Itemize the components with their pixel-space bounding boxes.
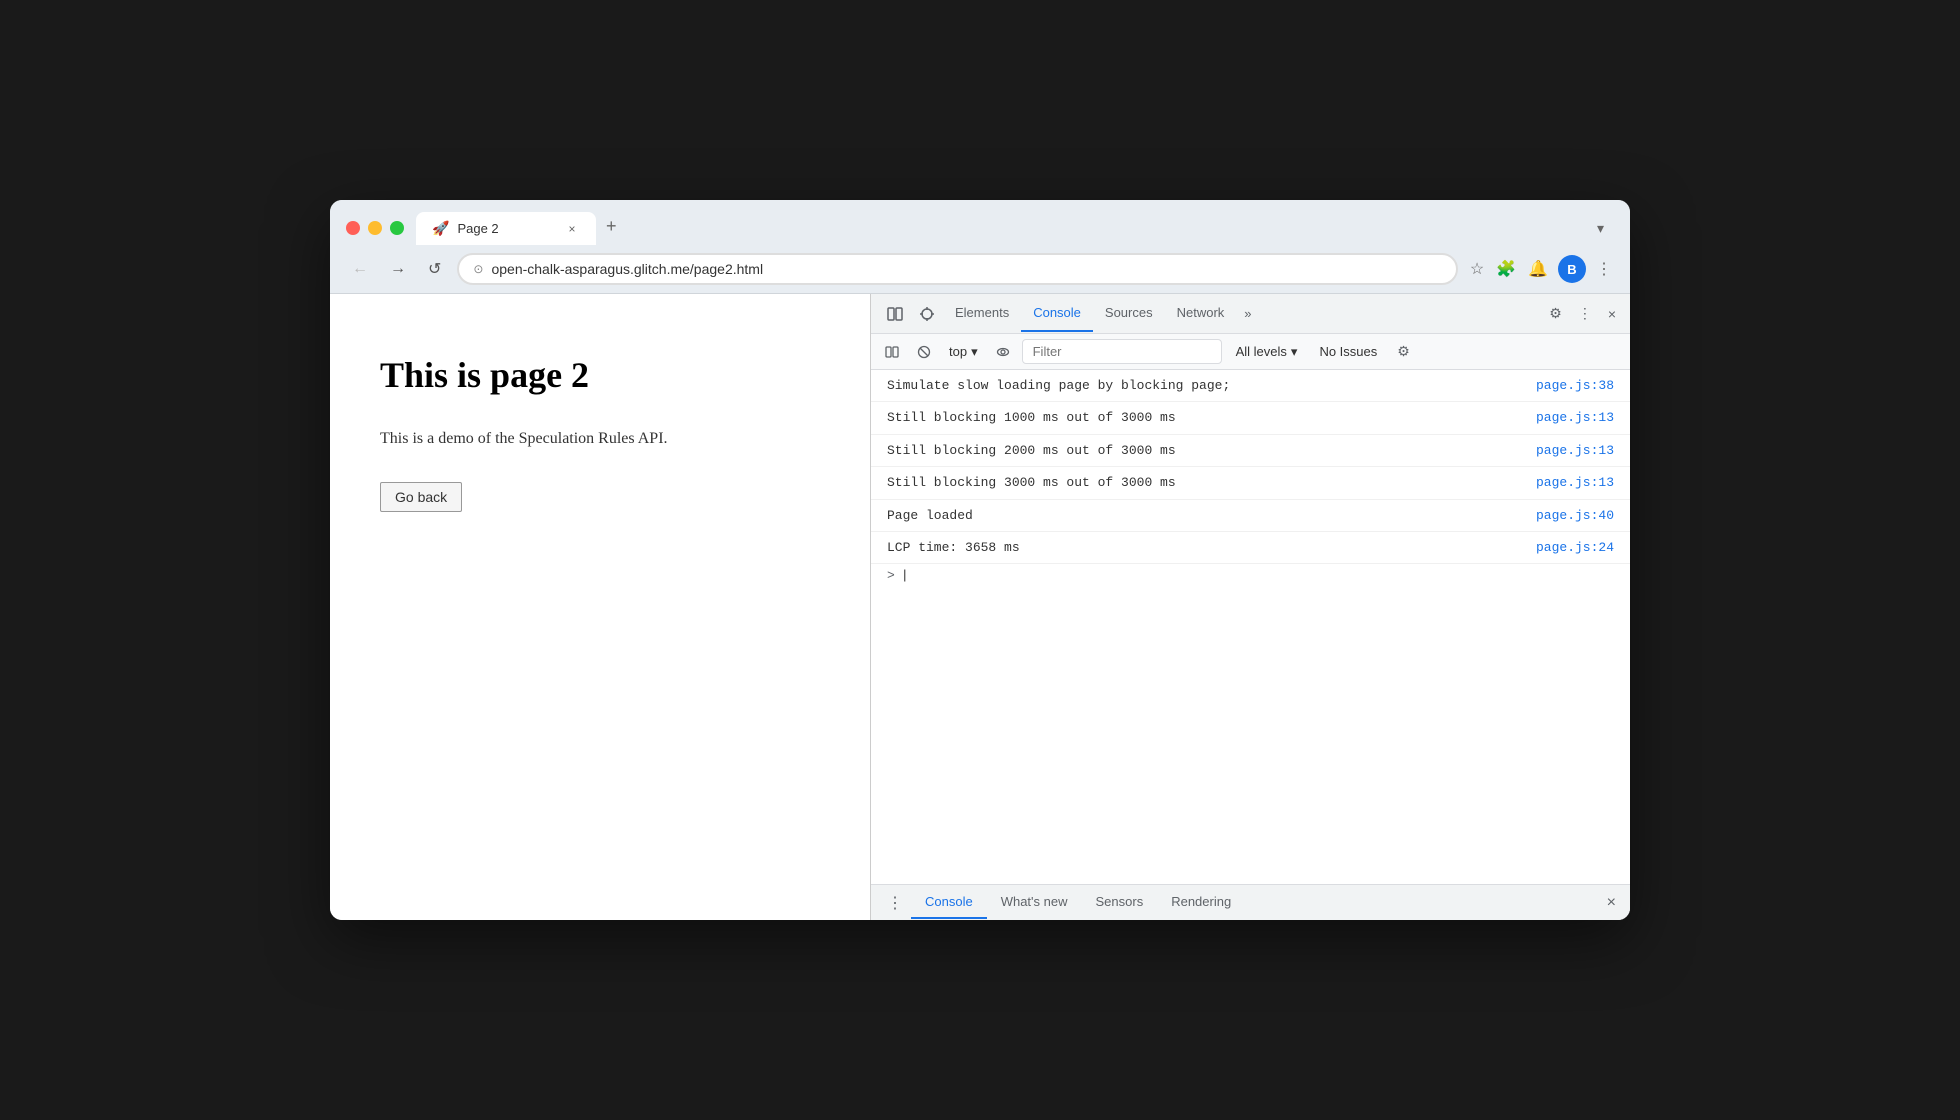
console-input-row: >|	[871, 564, 1630, 587]
console-message-text: Still blocking 3000 ms out of 3000 ms	[887, 471, 1520, 494]
console-prompt-symbol: >	[887, 568, 895, 583]
console-message-text: LCP time: 3658 ms	[887, 536, 1520, 559]
tab-favicon: 🚀	[432, 220, 449, 237]
address-actions: ☆ 🧩 🔔 B ⋮	[1468, 255, 1614, 283]
console-row: Simulate slow loading page by blocking p…	[871, 370, 1630, 402]
devtools-bottom-tabs: ⋮ Console What's new Sensors Rendering ×	[871, 884, 1630, 920]
close-window-button[interactable]	[346, 221, 360, 235]
log-levels-dropdown-icon: ▾	[1291, 344, 1298, 360]
console-row: Page loaded page.js:40	[871, 500, 1630, 532]
devtools-more-tabs-button[interactable]: »	[1236, 300, 1259, 327]
console-message-text: Still blocking 1000 ms out of 3000 ms	[887, 406, 1520, 429]
console-sidebar-button[interactable]	[879, 341, 905, 363]
context-label: top	[949, 344, 967, 359]
devtools-tab-sources[interactable]: Sources	[1093, 295, 1165, 332]
browser-tab-page2[interactable]: 🚀 Page 2 ×	[416, 212, 596, 245]
bottom-tab-sensors[interactable]: Sensors	[1082, 886, 1158, 919]
security-icon: ⊙	[473, 262, 483, 276]
new-tab-button[interactable]: +	[596, 210, 627, 243]
console-source-link[interactable]: page.js:13	[1536, 439, 1614, 462]
bottom-tab-console[interactable]: Console	[911, 886, 987, 919]
console-sidebar-icon	[885, 345, 899, 359]
console-message-text: Simulate slow loading page by blocking p…	[887, 374, 1520, 397]
console-cursor[interactable]: |	[901, 568, 909, 583]
log-levels-label: All levels	[1236, 344, 1287, 359]
bottom-close-button[interactable]: ×	[1601, 890, 1622, 916]
bookmark-button[interactable]: ☆	[1468, 257, 1486, 281]
live-expressions-button[interactable]	[990, 341, 1016, 363]
page-body: This is a demo of the Speculation Rules …	[380, 426, 820, 452]
log-levels-button[interactable]: All levels ▾	[1228, 340, 1306, 364]
address-bar: ← → ↺ ⊙ ☆ 🧩 🔔 B ⋮	[330, 245, 1630, 294]
console-source-link[interactable]: page.js:13	[1536, 471, 1614, 494]
devtools-inspect-icon[interactable]	[911, 300, 943, 328]
eye-icon	[996, 345, 1010, 359]
devtools-tab-network[interactable]: Network	[1165, 295, 1237, 332]
console-settings-button[interactable]: ⚙	[1391, 339, 1416, 364]
devtools-actions: ⚙ ⋮ ×	[1543, 300, 1622, 327]
console-clear-button[interactable]	[911, 341, 937, 363]
devtools-panel: Elements Console Sources Network » ⚙ ⋮ ×	[870, 294, 1630, 920]
console-message-text: Still blocking 2000 ms out of 3000 ms	[887, 439, 1520, 462]
tab-close-button[interactable]: ×	[564, 221, 580, 237]
forward-button[interactable]: →	[384, 256, 412, 282]
window-controls	[346, 221, 404, 235]
console-toolbar: top ▾ All levels ▾ No Issues ⚙	[871, 334, 1630, 370]
title-bar: 🚀 Page 2 × + ▾	[330, 200, 1630, 245]
console-output: Simulate slow loading page by blocking p…	[871, 370, 1630, 884]
console-source-link[interactable]: page.js:40	[1536, 504, 1614, 527]
console-source-link[interactable]: page.js:13	[1536, 406, 1614, 429]
console-source-link[interactable]: page.js:24	[1536, 536, 1614, 559]
devtools-more-button[interactable]: ⋮	[1572, 300, 1598, 327]
sidebar-toggle-icon	[887, 306, 903, 322]
url-input[interactable]	[491, 261, 1441, 277]
notifications-button[interactable]: 🔔	[1526, 257, 1550, 281]
console-message-text: Page loaded	[887, 504, 1520, 527]
go-back-button[interactable]: Go back	[380, 482, 462, 512]
extensions-button[interactable]: 🧩	[1494, 257, 1518, 281]
console-filter-input[interactable]	[1022, 339, 1222, 364]
bottom-tab-rendering[interactable]: Rendering	[1157, 886, 1245, 919]
reload-button[interactable]: ↺	[422, 255, 447, 283]
bottom-more-button[interactable]: ⋮	[879, 889, 911, 917]
console-row: Still blocking 2000 ms out of 3000 ms pag…	[871, 435, 1630, 467]
context-dropdown-icon: ▾	[971, 344, 978, 360]
main-area: This is page 2 This is a demo of the Spe…	[330, 294, 1630, 920]
devtools-sidebar-icon[interactable]	[879, 300, 911, 328]
devtools-tab-elements[interactable]: Elements	[943, 295, 1021, 332]
console-row: Still blocking 3000 ms out of 3000 ms pag…	[871, 467, 1630, 499]
devtools-tabs: Elements Console Sources Network » ⚙ ⋮ ×	[871, 294, 1630, 334]
tab-title: Page 2	[457, 221, 556, 236]
devtools-settings-button[interactable]: ⚙	[1543, 300, 1568, 327]
tab-bar: 🚀 Page 2 × + ▾	[416, 210, 1614, 245]
console-row: Still blocking 1000 ms out of 3000 ms pag…	[871, 402, 1630, 434]
browser-window: 🚀 Page 2 × + ▾ ← → ↺ ⊙ ☆ 🧩 🔔 B ⋮ This is…	[330, 200, 1630, 920]
page-heading: This is page 2	[380, 354, 820, 396]
no-issues-button[interactable]: No Issues	[1311, 340, 1385, 363]
bottom-tab-whats-new[interactable]: What's new	[987, 886, 1082, 919]
maximize-window-button[interactable]	[390, 221, 404, 235]
page-content: This is page 2 This is a demo of the Spe…	[330, 294, 870, 920]
devtools-tab-console[interactable]: Console	[1021, 295, 1093, 332]
clear-console-icon	[917, 345, 931, 359]
inspect-icon	[919, 306, 935, 322]
minimize-window-button[interactable]	[368, 221, 382, 235]
address-field[interactable]: ⊙	[457, 253, 1457, 285]
back-button[interactable]: ←	[346, 256, 374, 282]
devtools-close-button[interactable]: ×	[1602, 301, 1622, 327]
console-source-link[interactable]: page.js:38	[1536, 374, 1614, 397]
context-selector[interactable]: top ▾	[943, 340, 984, 364]
tab-dropdown-button[interactable]: ▾	[1587, 214, 1614, 243]
more-options-button[interactable]: ⋮	[1594, 257, 1614, 281]
profile-button[interactable]: B	[1558, 255, 1586, 283]
console-row: LCP time: 3658 ms page.js:24	[871, 532, 1630, 564]
